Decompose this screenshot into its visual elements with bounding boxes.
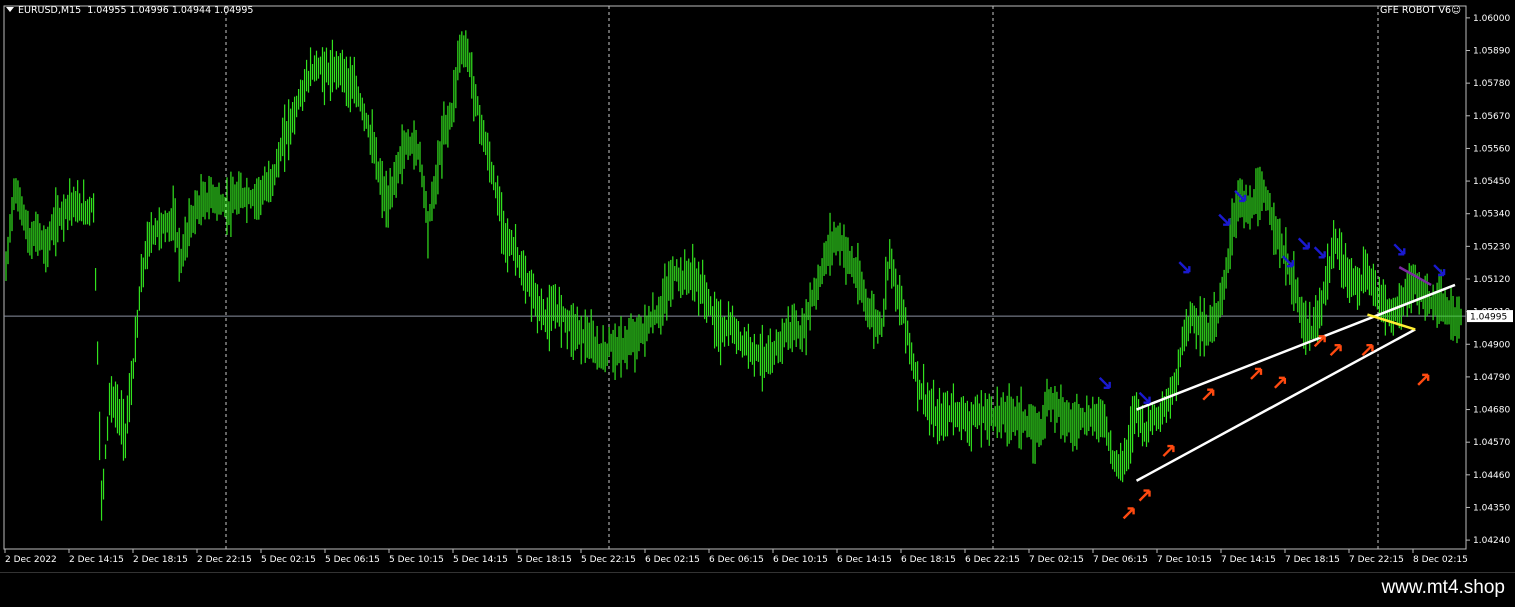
arrow-shape [1417, 373, 1430, 386]
down-arrow-icon [1138, 391, 1151, 404]
y-tick-label: 1.05780 [1473, 79, 1510, 89]
down-arrow-icon [1098, 376, 1111, 390]
down-arrow-icon [1178, 261, 1191, 274]
up-arrow-icon [1274, 376, 1287, 389]
arrow-shape [1329, 343, 1342, 357]
brand-watermark: www.mt4.shop [1381, 577, 1505, 598]
up-arrow-icon [1122, 507, 1135, 520]
x-tick-label: 6 Dec 22:15 [965, 555, 1020, 565]
up-arrow-icon [1250, 367, 1263, 380]
dropdown-triangle-icon[interactable] [6, 7, 14, 12]
y-tick-label: 1.04790 [1473, 373, 1510, 383]
current-price-label: 1.04995 [1470, 313, 1507, 323]
plot-frame [3, 5, 1467, 550]
x-tick-label: 7 Dec 10:15 [1157, 555, 1212, 565]
up-arrow-icon [1202, 388, 1215, 401]
arrow-shape [1218, 213, 1231, 226]
arrow-shape [1202, 388, 1215, 401]
down-arrow-icon [1313, 246, 1326, 259]
x-tick-label: 7 Dec 02:15 [1029, 555, 1084, 565]
arrow-shape [1138, 391, 1151, 404]
footer-bar: www.mt4.shop [0, 572, 1515, 607]
arrow-shape [1098, 376, 1111, 390]
x-tick-label: 2 Dec 14:15 [69, 555, 124, 565]
ohlc-values: 1.04955 1.04996 1.04944 1.04995 [87, 5, 254, 16]
down-arrow-icon [1297, 237, 1310, 250]
x-tick-label: 7 Dec 06:15 [1093, 555, 1148, 565]
x-tick-label: 2 Dec 18:15 [133, 555, 188, 565]
y-tick-label: 1.04570 [1473, 438, 1510, 448]
x-tick-label: 5 Dec 22:15 [581, 555, 636, 565]
x-tick-label: 7 Dec 22:15 [1349, 555, 1404, 565]
indicator-label: GFE ROBOT V6☺ [1379, 5, 1461, 16]
symbol-header: EURUSD,M15 1.04955 1.04996 1.04944 1.049… [6, 5, 253, 16]
up-arrow-icon [1329, 343, 1342, 357]
arrow-shape [1393, 243, 1406, 256]
y-tick-label: 1.06000 [1473, 14, 1510, 24]
x-tick-label: 6 Dec 02:15 [645, 555, 700, 565]
arrow-shape [1297, 237, 1310, 250]
x-tick-label: 6 Dec 18:15 [901, 555, 956, 565]
y-tick-label: 1.05890 [1473, 47, 1510, 57]
arrow-shape [1138, 489, 1151, 502]
arrow-shape [1162, 444, 1175, 457]
arrow-shape [1250, 367, 1263, 380]
up-arrow-icon [1162, 444, 1175, 457]
x-tick-label: 5 Dec 06:15 [325, 555, 380, 565]
y-tick-label: 1.05340 [1473, 210, 1510, 220]
down-arrow-icon [1218, 213, 1231, 226]
y-tick-label: 1.04240 [1473, 536, 1510, 546]
up-arrow-icon [1138, 489, 1151, 502]
x-tick-label: 7 Dec 18:15 [1285, 555, 1340, 565]
y-tick-label: 1.04900 [1473, 340, 1510, 350]
x-tick-label: 2 Dec 22:15 [197, 555, 252, 565]
y-tick-label: 1.05670 [1473, 112, 1510, 122]
arrow-shape [1122, 507, 1135, 520]
chart-area[interactable]: 1.06000 1.05890 1.05780 1.05670 1.05560 1.054… [0, 0, 1515, 572]
x-tick-label: 6 Dec 06:15 [709, 555, 764, 565]
arrow-shape [1274, 376, 1287, 389]
price-chart[interactable]: 1.06000 1.05890 1.05780 1.05670 1.05560 1.054… [0, 0, 1515, 572]
symbol-label: EURUSD,M15 [18, 5, 82, 16]
y-tick-label: 1.05230 [1473, 242, 1510, 252]
y-tick-label: 1.04460 [1473, 471, 1510, 481]
x-tick-label: 2 Dec 2022 [5, 555, 57, 565]
x-tick-label: 6 Dec 14:15 [837, 555, 892, 565]
y-tick-label: 1.04350 [1473, 503, 1510, 513]
x-tick-label: 8 Dec 02:15 [1413, 555, 1468, 565]
y-tick-label: 1.05560 [1473, 144, 1510, 154]
x-tick-label: 5 Dec 14:15 [453, 555, 508, 565]
x-tick-label: 6 Dec 10:15 [773, 555, 828, 565]
x-tick-label: 5 Dec 18:15 [517, 555, 572, 565]
y-tick-label: 1.04680 [1473, 406, 1510, 416]
y-tick-label: 1.05450 [1473, 177, 1510, 187]
up-arrow-icon [1417, 373, 1430, 386]
x-tick-label: 5 Dec 02:15 [261, 555, 316, 565]
y-tick-label: 1.05120 [1473, 275, 1510, 285]
x-tick-label: 7 Dec 14:15 [1221, 555, 1276, 565]
smiley-icon: ☺ [1451, 5, 1461, 16]
down-arrow-icon [1393, 243, 1406, 256]
arrow-shape [1178, 261, 1191, 274]
arrow-shape [1313, 246, 1326, 259]
x-tick-label: 5 Dec 10:15 [389, 555, 444, 565]
